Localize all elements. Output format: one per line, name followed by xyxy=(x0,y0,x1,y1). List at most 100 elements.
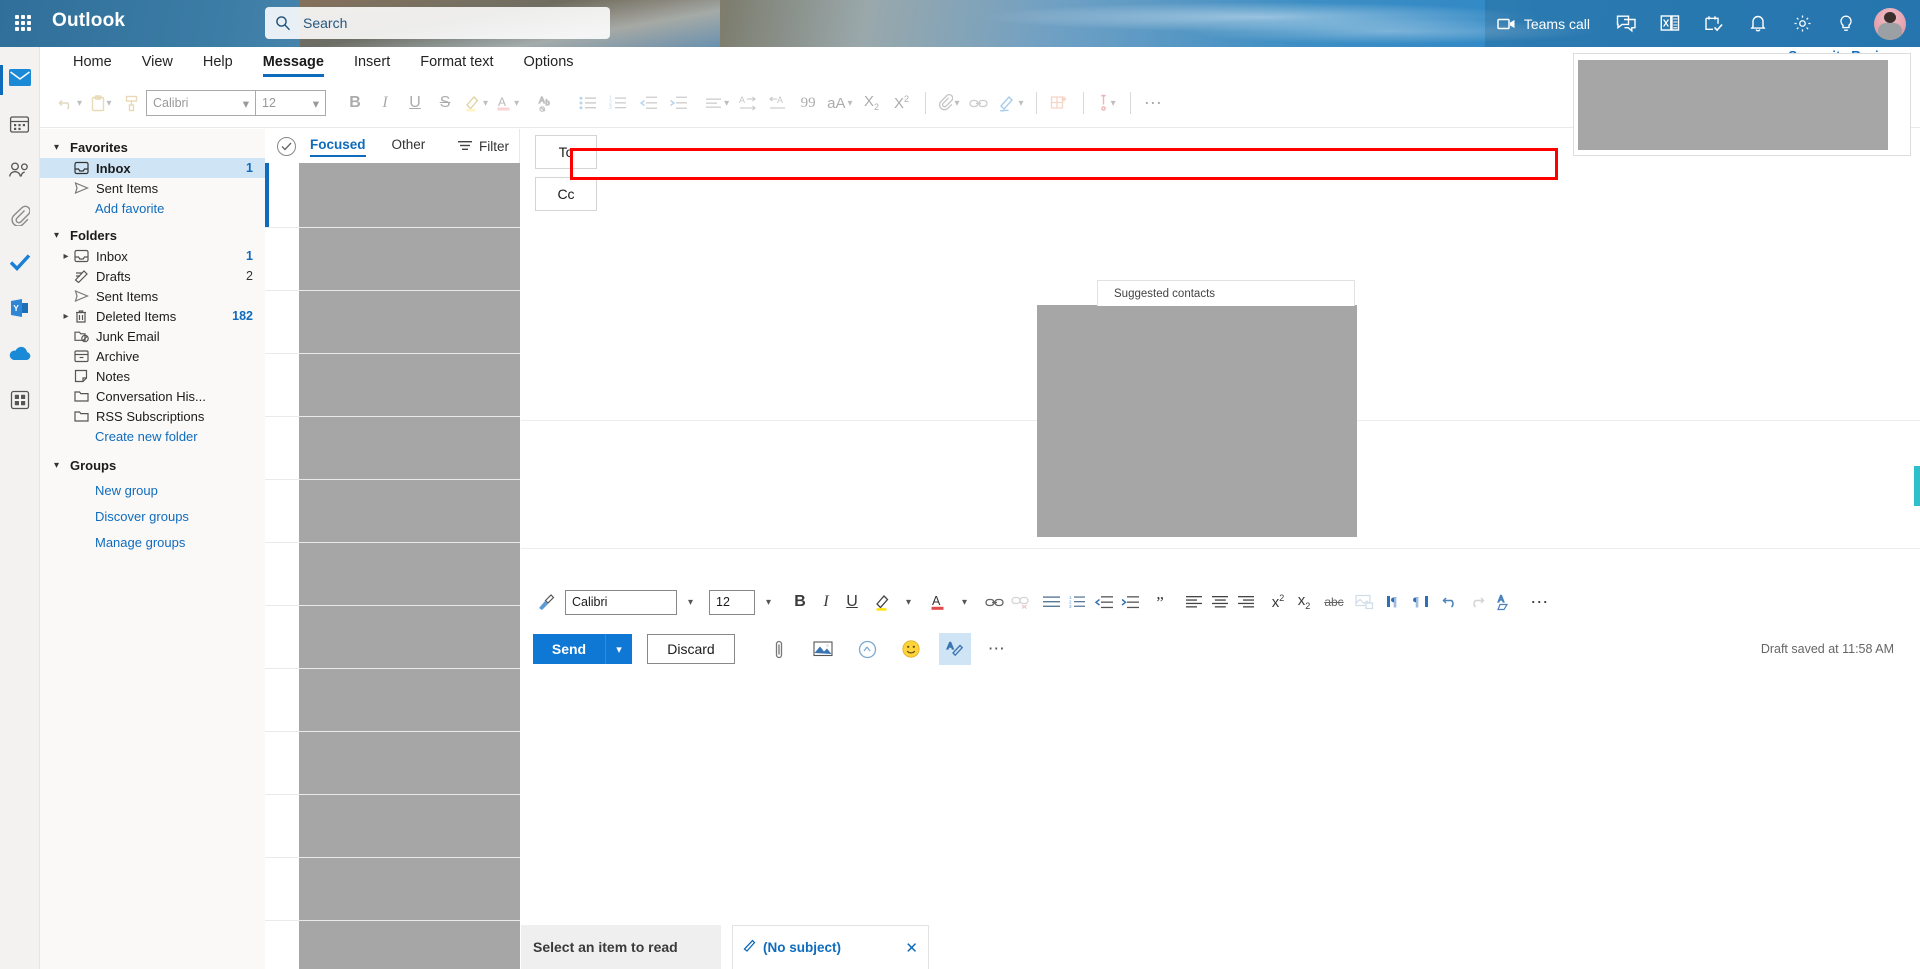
search-box[interactable] xyxy=(265,7,610,39)
scroll-position-marker[interactable] xyxy=(1914,466,1920,506)
send-options-chevron-icon[interactable]: ▾ xyxy=(605,634,632,664)
ribbon-format-painter-button[interactable] xyxy=(116,87,146,119)
compose-font-color-button[interactable]: A xyxy=(925,588,951,616)
ribbon-numbered-list-button[interactable]: 123 xyxy=(603,87,633,119)
ribbon-strikethrough-button[interactable]: S xyxy=(430,87,460,119)
compose-font-size-dropdown[interactable]: ▾ xyxy=(755,588,781,616)
rail-item-people[interactable] xyxy=(0,149,40,195)
tab-other[interactable]: Other xyxy=(392,137,426,155)
sidebar-item-rss-subscriptions[interactable]: RSS Subscriptions xyxy=(40,406,265,426)
ribbon-subscript-button[interactable]: X2 xyxy=(857,87,887,119)
compose-undo-button[interactable] xyxy=(1437,588,1463,616)
notifications-button[interactable] xyxy=(1736,0,1780,47)
attach-file-button[interactable] xyxy=(763,633,795,665)
chevron-right-icon[interactable]: ▸ xyxy=(58,251,74,262)
ribbon-quote-button[interactable]: 99 xyxy=(793,87,823,119)
ribbon-signature-button[interactable]: ▾ xyxy=(994,87,1028,119)
compose-align-left-button[interactable] xyxy=(1181,588,1207,616)
manage-groups-link[interactable]: Manage groups xyxy=(40,532,265,553)
help-button[interactable] xyxy=(1824,0,1868,47)
compose-italic-button[interactable]: I xyxy=(813,588,839,616)
compose-bold-button[interactable]: B xyxy=(787,588,813,616)
account-avatar[interactable] xyxy=(1874,7,1906,40)
sidebar-item-conversation-history[interactable]: Conversation His... xyxy=(40,386,265,406)
calendar-tasks-button[interactable] xyxy=(1692,0,1736,47)
ribbon-increase-indent-button[interactable] xyxy=(663,87,693,119)
new-group-link[interactable]: New group xyxy=(40,480,265,501)
office-apps-button[interactable] xyxy=(1648,0,1692,47)
tab-insert[interactable]: Insert xyxy=(339,50,405,77)
compose-clear-formatting-button[interactable]: A xyxy=(1493,588,1519,616)
compose-bulleted-list-button[interactable] xyxy=(1039,588,1065,616)
to-button[interactable]: To xyxy=(535,135,597,169)
filter-button[interactable]: Filter xyxy=(458,139,509,154)
settings-button[interactable] xyxy=(1780,0,1824,47)
tab-options[interactable]: Options xyxy=(509,50,589,77)
close-icon[interactable]: ✕ xyxy=(905,939,918,957)
compose-highlight-dropdown[interactable]: ▾ xyxy=(895,588,921,616)
compose-redo-button[interactable] xyxy=(1463,588,1489,616)
sidebar-item-archive[interactable]: Archive xyxy=(40,346,265,366)
compose-increase-indent-button[interactable] xyxy=(1117,588,1143,616)
tab-format-text[interactable]: Format text xyxy=(405,50,508,77)
ribbon-paste-button[interactable]: ▾ xyxy=(86,87,116,119)
ribbon-superscript-button[interactable]: X2 xyxy=(887,87,917,119)
sidebar-item-inbox[interactable]: ▸ Inbox 1 xyxy=(40,246,265,266)
folders-group-header[interactable]: ▾ Folders xyxy=(40,225,265,246)
chat-button[interactable] xyxy=(1604,0,1648,47)
search-input[interactable] xyxy=(301,14,600,32)
rail-item-onedrive[interactable] xyxy=(0,333,40,379)
compose-rtl-paragraph-button[interactable]: ¶ xyxy=(1407,588,1433,616)
rail-item-calendar[interactable] xyxy=(0,103,40,149)
compose-font-color-dropdown[interactable]: ▾ xyxy=(951,588,977,616)
compose-font-size-box[interactable]: 12 xyxy=(709,589,755,615)
rail-item-all-apps[interactable] xyxy=(0,379,40,425)
tab-help[interactable]: Help xyxy=(188,50,248,77)
ribbon-undo-button[interactable]: ▾ xyxy=(54,87,86,119)
compose-align-center-button[interactable] xyxy=(1207,588,1233,616)
cc-input[interactable] xyxy=(597,177,1906,211)
ribbon-underline-button[interactable]: U xyxy=(400,87,430,119)
rail-item-mail[interactable] xyxy=(0,57,40,103)
ribbon-font-color-button[interactable]: A ▾ xyxy=(492,87,523,119)
message-list-body[interactable] xyxy=(265,163,520,969)
ribbon-apps-button[interactable] xyxy=(1045,87,1075,119)
rail-item-files[interactable] xyxy=(0,195,40,241)
compose-underline-button[interactable]: U xyxy=(839,588,865,616)
compose-decrease-indent-button[interactable] xyxy=(1091,588,1117,616)
ribbon-font-name-box[interactable]: Calibri ▾ xyxy=(146,90,257,116)
sidebar-item-sent-items[interactable]: Sent Items xyxy=(40,286,265,306)
emoji-button[interactable] xyxy=(895,633,927,665)
rail-item-yammer[interactable]: Y xyxy=(0,287,40,333)
tab-focused[interactable]: Focused xyxy=(310,137,366,157)
tab-message[interactable]: Message xyxy=(248,50,339,77)
compose-superscript-button[interactable]: x2 xyxy=(1265,588,1291,616)
sidebar-item-deleted-items[interactable]: ▸ Deleted Items 182 xyxy=(40,306,265,326)
ribbon-link-button[interactable] xyxy=(964,87,994,119)
ribbon-paragraph-align-button[interactable]: ▾ xyxy=(701,87,733,119)
more-actions-button[interactable]: ⋯ xyxy=(981,633,1013,665)
ribbon-bold-button[interactable]: B xyxy=(340,87,370,119)
send-button[interactable]: Send xyxy=(533,634,605,664)
ribbon-decrease-indent-button[interactable] xyxy=(633,87,663,119)
suggested-contacts-panel[interactable] xyxy=(1037,305,1357,537)
ribbon-more-options-button[interactable]: ⋯ xyxy=(1139,87,1169,119)
compose-font-name-dropdown[interactable]: ▾ xyxy=(677,588,703,616)
compose-ltr-paragraph-button[interactable]: ¶ xyxy=(1381,588,1407,616)
chevron-right-icon[interactable]: ▸ xyxy=(58,311,74,322)
sidebar-item-notes[interactable]: Notes xyxy=(40,366,265,386)
ribbon-ltr-button[interactable]: A xyxy=(733,87,763,119)
compose-numbered-list-button[interactable]: 123 xyxy=(1065,588,1091,616)
ribbon-clear-formatting-button[interactable]: Ab xyxy=(533,87,563,119)
compose-quote-button[interactable]: ” xyxy=(1147,588,1173,616)
sidebar-item-favorites-sent[interactable]: Sent Items xyxy=(40,178,265,198)
select-all-checkmark-icon[interactable] xyxy=(277,136,296,156)
tab-view[interactable]: View xyxy=(127,50,188,77)
draft-tab[interactable]: (No subject) ✕ xyxy=(732,925,929,969)
ribbon-change-case-button[interactable]: aA ▾ xyxy=(823,87,856,119)
compose-more-formatting-button[interactable]: ⋯ xyxy=(1527,588,1553,616)
compose-strikethrough-button[interactable]: abc xyxy=(1321,588,1347,616)
compose-font-name-box[interactable]: Calibri xyxy=(565,589,677,615)
ribbon-italic-button[interactable]: I xyxy=(370,87,400,119)
discover-groups-link[interactable]: Discover groups xyxy=(40,506,265,527)
